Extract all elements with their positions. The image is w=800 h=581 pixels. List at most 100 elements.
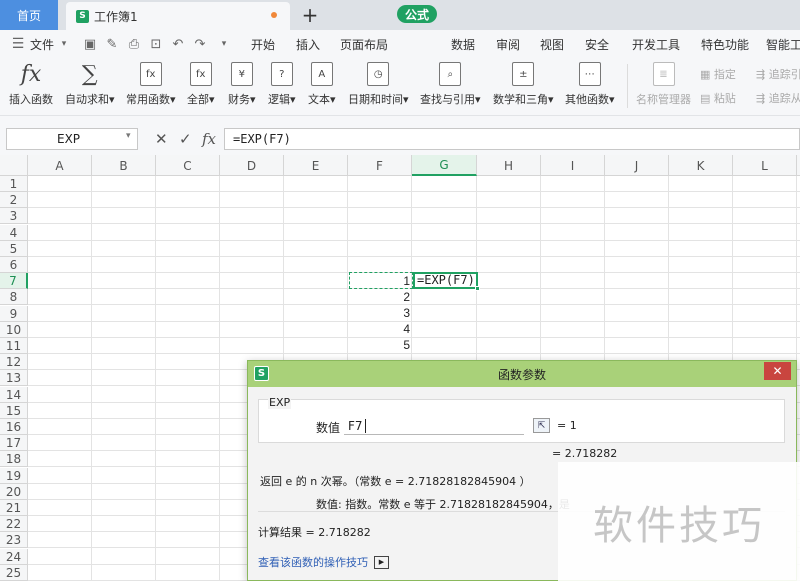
format-painter-icon[interactable]: ✎ xyxy=(104,36,120,52)
menu-special[interactable]: 特色功能 xyxy=(701,30,749,58)
cell-f11[interactable]: 5 xyxy=(350,337,412,353)
formula-input[interactable]: =EXP(F7) xyxy=(224,128,800,150)
menu-developer[interactable]: 开发工具 xyxy=(632,30,680,58)
column-header-c[interactable]: C xyxy=(156,155,220,176)
row-header-22[interactable]: 22 xyxy=(0,516,28,532)
menu-insert[interactable]: 插入 xyxy=(296,30,320,58)
menu-data[interactable]: 数据 xyxy=(451,30,475,58)
menu-page-layout[interactable]: 页面布局 xyxy=(340,30,388,58)
row-header-20[interactable]: 20 xyxy=(0,484,28,500)
column-header-g[interactable]: G xyxy=(412,155,477,176)
insert-function-fx-button[interactable]: fx xyxy=(202,128,216,150)
common-functions-button[interactable]: fx 常用函数▾ xyxy=(126,62,176,107)
row-header-23[interactable]: 23 xyxy=(0,532,28,548)
paste-name-button[interactable]: ▤ 粘贴 xyxy=(700,90,736,106)
row-header-24[interactable]: 24 xyxy=(0,549,28,565)
cancel-formula-button[interactable]: ✕ xyxy=(155,128,168,150)
define-name-button[interactable]: ▦ 指定 xyxy=(700,66,736,82)
row-header-10[interactable]: 10 xyxy=(0,322,28,338)
dialog-title-bar[interactable]: 函数参数 xyxy=(248,361,796,387)
text-functions-button[interactable]: A 文本▾ xyxy=(308,62,336,107)
date-time-button[interactable]: ◷ 日期和时间▾ xyxy=(348,62,409,107)
name-box[interactable]: EXP xyxy=(6,128,138,150)
chevron-down-icon[interactable]: ▾ xyxy=(56,36,72,52)
range-picker-icon[interactable]: ⇱ xyxy=(533,418,550,433)
row-header-7[interactable]: 7 xyxy=(0,273,28,289)
row-header-17[interactable]: 17 xyxy=(0,435,28,451)
tab-home[interactable]: 首页 xyxy=(0,0,58,30)
row-header-14[interactable]: 14 xyxy=(0,387,28,403)
row-header-6[interactable]: 6 xyxy=(0,257,28,273)
menu-review[interactable]: 审阅 xyxy=(496,30,520,58)
redo-icon[interactable]: ↷ xyxy=(192,36,208,52)
select-all-corner[interactable] xyxy=(0,155,28,176)
trace-dependents-button[interactable]: ⇶ 追踪从 xyxy=(756,90,800,106)
fill-handle[interactable] xyxy=(475,286,480,291)
row-header-11[interactable]: 11 xyxy=(0,338,28,354)
math-trig-label: 数学和三角▾ xyxy=(493,93,554,106)
row-header-13[interactable]: 13 xyxy=(0,370,28,386)
logic-button[interactable]: ? 逻辑▾ xyxy=(268,62,296,107)
row-header-4[interactable]: 4 xyxy=(0,225,28,241)
dialog-close-button[interactable]: ✕ xyxy=(764,362,791,380)
menu-start[interactable]: 开始 xyxy=(251,30,275,58)
number-param-input[interactable]: F7 xyxy=(344,417,524,435)
other-functions-button[interactable]: ⋯ 其他函数▾ xyxy=(565,62,615,107)
cell-f10[interactable]: 4 xyxy=(350,321,412,337)
menu-view[interactable]: 视图 xyxy=(540,30,564,58)
column-header-i[interactable]: I xyxy=(541,155,605,176)
column-header-f[interactable]: F xyxy=(348,155,412,176)
quick-access-dropdown-icon[interactable]: ▾ xyxy=(216,36,232,52)
row-header-18[interactable]: 18 xyxy=(0,451,28,467)
menu-file[interactable]: 文件 xyxy=(30,30,54,58)
column-header-h[interactable]: H xyxy=(477,155,541,176)
finance-button[interactable]: ¥ 财务▾ xyxy=(228,62,256,107)
hamburger-icon[interactable]: ☰ xyxy=(10,36,26,52)
row-header-8[interactable]: 8 xyxy=(0,289,28,305)
print-icon[interactable]: ⎙ xyxy=(126,36,142,52)
save-icon[interactable]: ▣ xyxy=(82,36,98,52)
name-manager-button[interactable]: ≣ 名称管理器 xyxy=(636,62,691,107)
cell-g7-active[interactable]: =EXP(F7) xyxy=(413,272,478,289)
menu-security[interactable]: 安全 xyxy=(585,30,609,58)
name-box-dropdown-icon[interactable]: ▾ xyxy=(126,131,131,141)
column-header-b[interactable]: B xyxy=(92,155,156,176)
math-trig-button[interactable]: ± 数学和三角▾ xyxy=(493,62,554,107)
column-header-k[interactable]: K xyxy=(669,155,733,176)
confirm-formula-button[interactable]: ✓ xyxy=(179,128,192,150)
row-header-16[interactable]: 16 xyxy=(0,419,28,435)
tab-workbook[interactable]: S 工作簿1 xyxy=(66,2,290,30)
cell-f9[interactable]: 3 xyxy=(350,305,412,321)
column-header-d[interactable]: D xyxy=(220,155,284,176)
new-tab-button[interactable]: + xyxy=(300,3,320,27)
row-header-19[interactable]: 19 xyxy=(0,468,28,484)
cell-f8[interactable]: 2 xyxy=(350,289,412,305)
undo-icon[interactable]: ↶ xyxy=(170,36,186,52)
row-header-2[interactable]: 2 xyxy=(0,192,28,208)
menu-formula[interactable]: 公式 xyxy=(397,5,438,23)
row-header-5[interactable]: 5 xyxy=(0,241,28,257)
all-functions-icon: fx xyxy=(189,62,212,86)
row-header-21[interactable]: 21 xyxy=(0,500,28,516)
help-link[interactable]: 查看该函数的操作技巧 ▶ xyxy=(258,554,389,570)
print-preview-icon[interactable]: ⊡ xyxy=(148,36,164,52)
trace-precedents-button[interactable]: ⇶ 追踪引 xyxy=(756,66,800,82)
grid-row-line xyxy=(28,304,800,305)
column-header-a[interactable]: A xyxy=(28,155,92,176)
row-header-25[interactable]: 25 xyxy=(0,565,28,581)
text-functions-label: 文本▾ xyxy=(308,93,336,106)
lookup-reference-button[interactable]: ⌕ 查找与引用▾ xyxy=(420,62,481,107)
row-header-12[interactable]: 12 xyxy=(0,354,28,370)
column-header-l[interactable]: L xyxy=(733,155,797,176)
menu-smart[interactable]: 智能工 xyxy=(766,30,800,58)
all-functions-button[interactable]: fx 全部▾ xyxy=(187,62,215,107)
row-header-9[interactable]: 9 xyxy=(0,306,28,322)
column-header-j[interactable]: J xyxy=(605,155,669,176)
grid-column-line xyxy=(219,176,220,581)
row-header-3[interactable]: 3 xyxy=(0,208,28,224)
insert-function-button[interactable]: fx 插入函数 xyxy=(9,62,53,107)
row-header-1[interactable]: 1 xyxy=(0,176,28,192)
autosum-button[interactable]: ∑ 自动求和▾ xyxy=(65,62,115,107)
column-header-e[interactable]: E xyxy=(284,155,348,176)
row-header-15[interactable]: 15 xyxy=(0,403,28,419)
